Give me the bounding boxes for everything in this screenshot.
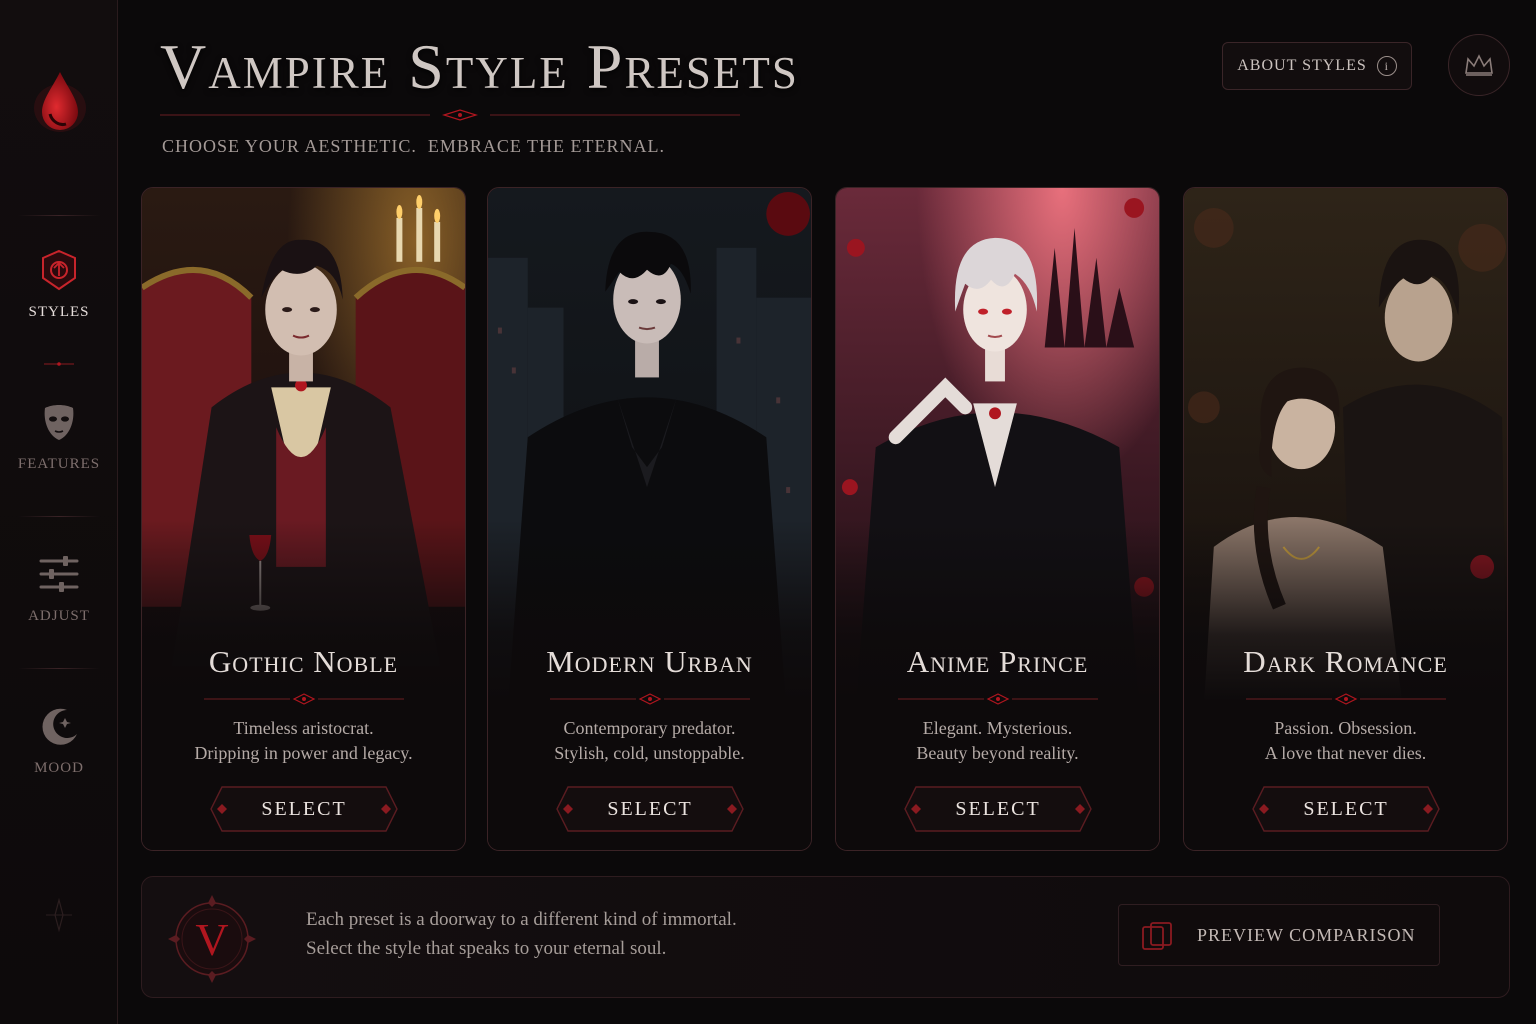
about-styles-button[interactable]: ABOUT STYLES i xyxy=(1222,42,1412,90)
mask-icon xyxy=(44,405,74,440)
select-label: SELECT xyxy=(955,797,1041,820)
card-description-line-1: Elegant. Mysterious. xyxy=(922,718,1073,738)
sidebar-divider xyxy=(18,516,100,517)
card-description-line-1: Timeless aristocrat. xyxy=(233,718,374,738)
select-button[interactable]: SELECT xyxy=(210,786,398,832)
style-card-dark-romance[interactable]: Dark Romance Passion. Obsession. A love … xyxy=(1183,187,1508,851)
card-divider xyxy=(1246,693,1446,705)
sidebar-divider xyxy=(18,215,100,216)
sidebar-item-adjust[interactable]: ADJUST xyxy=(0,552,118,662)
page-subtitle: CHOOSE YOUR AESTHETIC. EMBRACE THE ETERN… xyxy=(162,136,665,156)
card-description-line-2: Beauty beyond reality. xyxy=(916,743,1079,763)
info-icon: i xyxy=(1376,56,1397,76)
card-description-line-2: Dripping in power and legacy. xyxy=(194,743,413,763)
sidebar-item-mood[interactable]: MOOD xyxy=(0,704,118,814)
sidebar-item-label: ADJUST xyxy=(28,608,90,624)
preview-comparison-button[interactable]: PREVIEW COMPARISON xyxy=(1118,904,1440,966)
select-label: SELECT xyxy=(1303,797,1389,820)
sidebar-item-features[interactable]: FEATURES xyxy=(0,400,118,510)
shield-emblem-icon xyxy=(42,249,76,291)
footer-panel: V Each preset is a doorway to a differen… xyxy=(141,876,1510,998)
select-button[interactable]: SELECT xyxy=(556,786,744,832)
page-title: Vampire Style Presets xyxy=(160,31,799,102)
sidebar-item-styles[interactable]: STYLES xyxy=(0,248,118,358)
sidebar-item-label: MOOD xyxy=(34,760,84,776)
blood-drop-icon[interactable] xyxy=(34,66,86,136)
about-styles-label: ABOUT STYLES xyxy=(1237,57,1367,74)
card-title: Gothic Noble xyxy=(208,644,399,679)
title-divider xyxy=(160,109,740,121)
crown-button[interactable] xyxy=(1448,34,1510,96)
sidebar-item-label: FEATURES xyxy=(17,456,101,472)
card-description-line-1: Passion. Obsession. xyxy=(1274,718,1417,738)
sliders-icon xyxy=(39,556,79,592)
seal-letter: V xyxy=(195,913,229,965)
footer-line-2: Select the style that speaks to your ete… xyxy=(306,938,667,959)
card-divider xyxy=(898,693,1098,705)
style-card-gothic-noble[interactable]: Gothic Noble Timeless aristocrat. Drippi… xyxy=(141,187,466,851)
compare-icon xyxy=(1142,922,1172,950)
select-label: SELECT xyxy=(261,797,347,820)
select-button[interactable]: SELECT xyxy=(1252,786,1440,832)
card-title: Dark Romance xyxy=(1243,644,1448,679)
crown-icon xyxy=(1465,54,1493,76)
style-card-anime-prince[interactable]: Anime Prince Elegant. Mysterious. Beauty… xyxy=(835,187,1160,851)
sidebar-divider xyxy=(18,668,100,669)
preview-comparison-label: PREVIEW COMPARISON xyxy=(1197,925,1416,945)
card-divider xyxy=(204,693,404,705)
ornament-icon xyxy=(46,898,72,932)
card-divider xyxy=(550,693,750,705)
card-description-line-2: Stylish, cold, unstoppable. xyxy=(554,743,745,763)
select-label: SELECT xyxy=(607,797,693,820)
footer-line-1: Each preset is a doorway to a different … xyxy=(306,909,737,930)
select-button[interactable]: SELECT xyxy=(904,786,1092,832)
sidebar: STYLES FEATURES ADJUST MOOD xyxy=(0,0,118,1024)
card-title: Modern Urban xyxy=(546,644,753,679)
card-description-line-2: A love that never dies. xyxy=(1264,743,1427,763)
active-indicator xyxy=(44,362,74,366)
style-card-modern-urban[interactable]: Modern Urban Contemporary predator. Styl… xyxy=(487,187,812,851)
card-description-line-1: Contemporary predator. xyxy=(563,718,736,738)
sidebar-item-label: STYLES xyxy=(28,304,90,320)
card-title: Anime Prince xyxy=(906,644,1089,679)
crescent-moon-icon xyxy=(42,708,77,745)
